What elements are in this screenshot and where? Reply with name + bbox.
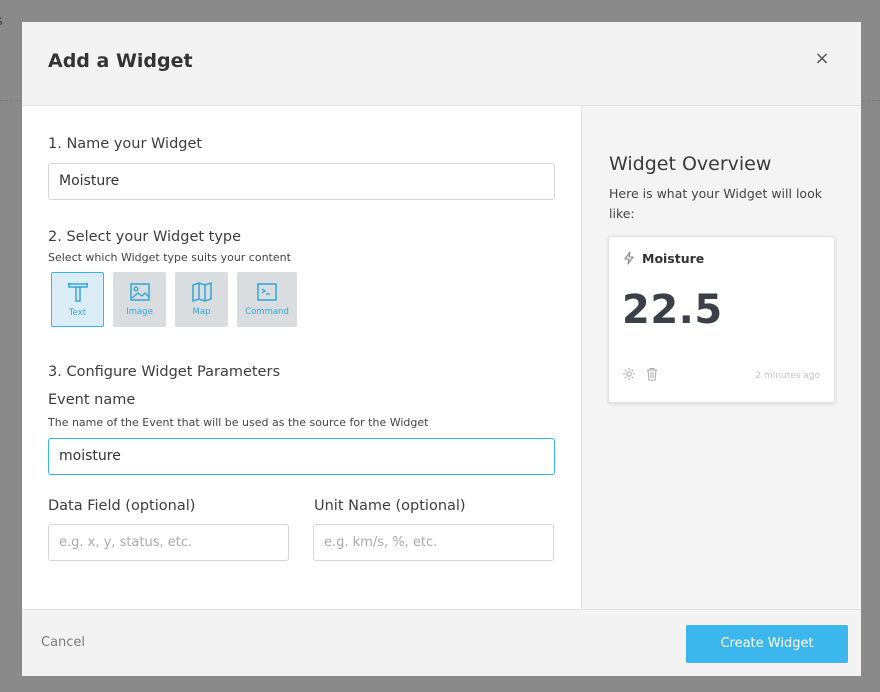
data-field-input[interactable]: e.g. x, y, status, etc.	[48, 524, 289, 561]
preview-timestamp: 2 minutes ago	[755, 371, 820, 381]
add-widget-modal: Add a Widget × 1. Name your Widget Moist…	[22, 22, 861, 676]
image-icon	[129, 283, 150, 301]
unit-name-label: Unit Name (optional)	[314, 498, 466, 514]
widget-type-text-button[interactable]: Text	[51, 272, 104, 327]
close-icon[interactable]: ×	[813, 50, 831, 68]
data-field-label: Data Field (optional)	[48, 498, 196, 514]
lightning-icon	[624, 251, 634, 265]
modal-body: 1. Name your Widget Moisture 2. Select y…	[22, 106, 861, 609]
overview-description: Here is what your Widget will look like:	[609, 186, 822, 221]
step2-label: 2. Select your Widget type	[48, 229, 242, 245]
widget-type-label: Command	[245, 307, 289, 317]
widget-type-image-button[interactable]: Image	[113, 272, 166, 327]
map-icon	[191, 281, 212, 303]
cancel-button[interactable]: Cancel	[41, 635, 85, 650]
modal-footer: Cancel Create Widget	[22, 609, 861, 676]
modal-title: Add a Widget	[48, 50, 193, 72]
text-type-icon	[67, 282, 88, 302]
overview-title: Widget Overview	[609, 153, 772, 175]
create-widget-button[interactable]: Create Widget	[686, 625, 848, 663]
modal-header: Add a Widget ×	[22, 22, 861, 106]
step1-label: 1. Name your Widget	[48, 136, 203, 152]
widget-type-label: Text	[68, 308, 87, 318]
step2-help: Select which Widget type suits your cont…	[48, 251, 291, 264]
unit-name-input[interactable]: e.g. km/s, %, etc.	[313, 524, 554, 561]
widget-name-input[interactable]: Moisture	[48, 163, 555, 200]
gear-icon	[623, 368, 635, 380]
widget-form: 1. Name your Widget Moisture 2. Select y…	[22, 106, 581, 609]
widget-preview-card: Moisture 22.5 2 minutes ago	[608, 236, 835, 403]
step3-label: 3. Configure Widget Parameters	[48, 364, 280, 380]
backdrop-text-fragment: s	[0, 14, 3, 29]
terminal-icon	[257, 283, 277, 301]
widget-type-label: Map	[192, 307, 211, 317]
event-name-input[interactable]: moisture	[48, 438, 555, 475]
widget-type-map-button[interactable]: Map	[175, 272, 228, 327]
widget-overview-panel: Widget Overview Here is what your Widget…	[581, 106, 861, 609]
event-name-label: Event name	[48, 392, 136, 408]
preview-widget-value: 22.5	[622, 287, 723, 333]
widget-type-command-button[interactable]: Command	[237, 272, 297, 327]
trash-icon	[647, 367, 657, 381]
event-name-help: The name of the Event that will be used …	[48, 416, 429, 429]
preview-widget-name: Moisture	[642, 251, 705, 266]
widget-type-label: Image	[126, 307, 153, 317]
